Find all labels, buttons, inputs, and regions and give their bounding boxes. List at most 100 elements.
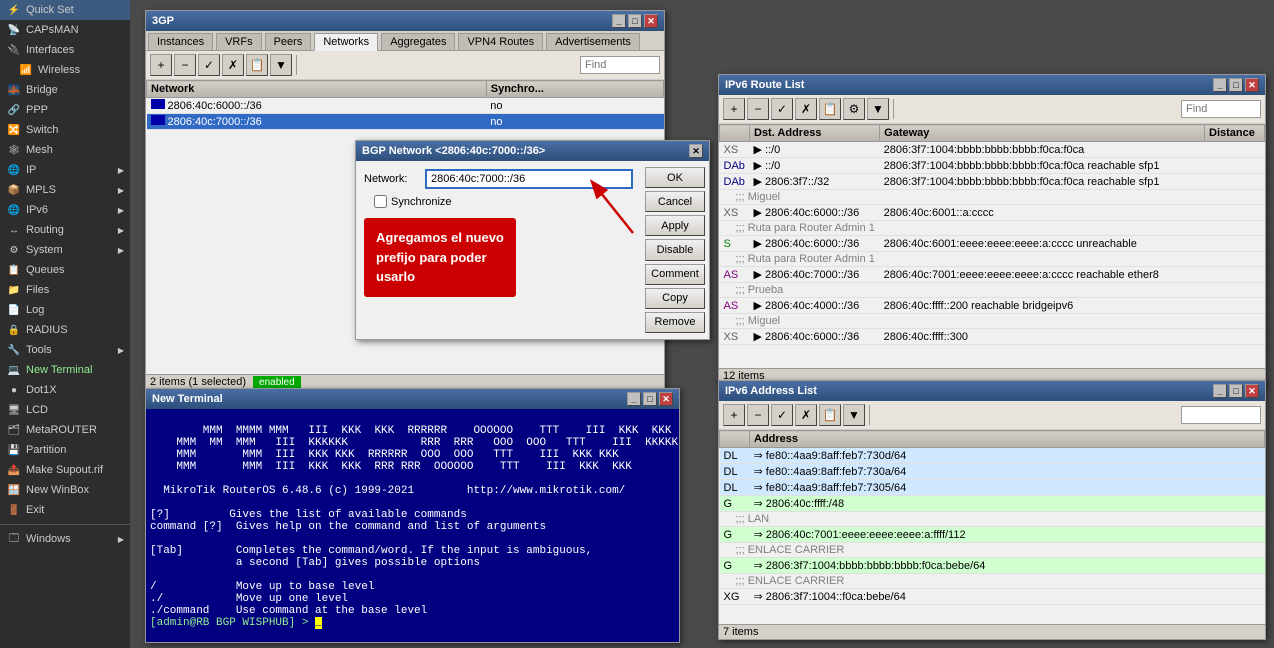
sidebar-item-capsman[interactable]: 📡 CAPsMAN xyxy=(0,20,130,40)
ipv6-add-btn[interactable]: + xyxy=(723,98,745,120)
ipv6-enable-btn[interactable]: ✓ xyxy=(771,98,793,120)
remove-button[interactable]: Remove xyxy=(645,312,705,333)
addr-filter-btn[interactable]: ▼ xyxy=(843,404,865,426)
sidebar-item-lcd[interactable]: 🖥 LCD xyxy=(0,400,130,420)
sidebar-item-switch[interactable]: 🔀 Switch xyxy=(0,120,130,140)
sidebar-item-exit[interactable]: 🚪 Exit xyxy=(0,500,130,520)
col-address[interactable]: Address xyxy=(750,431,1265,448)
addr-disable-btn[interactable]: ✗ xyxy=(795,404,817,426)
remove-btn[interactable]: − xyxy=(174,54,196,76)
table-row[interactable]: AS ▶ 2806:40c:4000::/36 2806:40c:ffff::2… xyxy=(720,298,1265,314)
tab-vpn4routes[interactable]: VPN4 Routes xyxy=(458,33,543,50)
tab-advertisements[interactable]: Advertisements xyxy=(546,33,640,50)
col-addr-flag[interactable] xyxy=(720,431,750,448)
sidebar-item-new-winbox[interactable]: 🪟 New WinBox xyxy=(0,480,130,500)
ipv6-settings-btn[interactable]: ⚙ xyxy=(843,98,865,120)
ipv6-minimize-btn[interactable]: _ xyxy=(1213,78,1227,92)
table-row[interactable]: DAb ▶ 2806:3f7::/32 2806:3f7:1004:bbbb:b… xyxy=(720,174,1265,190)
copy-btn[interactable]: 📋 xyxy=(246,54,268,76)
copy-button[interactable]: Copy xyxy=(645,288,705,309)
bgp-close-btn[interactable]: ✕ xyxy=(644,14,658,28)
sidebar-item-ipv6[interactable]: 🌐 IPv6 xyxy=(0,200,130,220)
sidebar-item-routing[interactable]: ↔ Routing xyxy=(0,220,130,240)
addr-maximize-btn[interactable]: □ xyxy=(1229,384,1243,398)
table-row[interactable]: 2806:40c:6000::/36 no xyxy=(147,98,664,114)
ipv6-remove-btn[interactable]: − xyxy=(747,98,769,120)
table-row[interactable]: DL ⇒ fe80::4aa9:8aff:feb7:730d/64 xyxy=(720,448,1265,464)
sidebar-item-partition[interactable]: 💾 Partition xyxy=(0,440,130,460)
dialog-close-btn[interactable]: ✕ xyxy=(689,144,703,158)
ipv6-filter-btn[interactable]: ▼ xyxy=(867,98,889,120)
sidebar-item-radius[interactable]: 🔒 RADIUS xyxy=(0,320,130,340)
bgp-maximize-btn[interactable]: □ xyxy=(628,14,642,28)
table-row[interactable]: G ⇒ 2806:40c:7001:eeee:eeee:eeee:a:ffff/… xyxy=(720,527,1265,543)
find-input[interactable] xyxy=(580,56,660,74)
table-row[interactable]: XS ▶ 2806:40c:6000::/36 2806:40c:ffff::3… xyxy=(720,329,1265,345)
terminal-minimize-btn[interactable]: _ xyxy=(627,392,641,406)
synchronize-checkbox[interactable] xyxy=(374,195,387,208)
table-row[interactable]: XS ▶ ::/0 2806:3f7:1004:bbbb:bbbb:bbbb:f… xyxy=(720,142,1265,158)
sidebar-item-bridge[interactable]: 🌉 Bridge xyxy=(0,80,130,100)
ok-button[interactable]: OK xyxy=(645,167,705,188)
tab-peers[interactable]: Peers xyxy=(265,33,312,50)
sidebar-item-log[interactable]: 📄 Log xyxy=(0,300,130,320)
sidebar-item-wireless[interactable]: 📶 Wireless xyxy=(0,60,130,80)
sidebar-item-queues[interactable]: 📋 Queues xyxy=(0,260,130,280)
ipv6-copy-btn[interactable]: 📋 xyxy=(819,98,841,120)
table-row[interactable]: AS ▶ 2806:40c:7000::/36 2806:40c:7001:ee… xyxy=(720,267,1265,283)
sidebar-item-dot1x[interactable]: ● Dot1X xyxy=(0,380,130,400)
table-row[interactable]: G ⇒ 2806:40c:ffff:/48 xyxy=(720,496,1265,512)
table-row[interactable]: DL ⇒ fe80::4aa9:8aff:feb7:730a/64 xyxy=(720,464,1265,480)
sidebar-item-windows[interactable]: 🗔 Windows xyxy=(0,529,130,549)
col-dst[interactable]: Dst. Address xyxy=(750,125,880,142)
sidebar-item-files[interactable]: 📁 Files xyxy=(0,280,130,300)
sidebar-item-ppp[interactable]: 🔗 PPP xyxy=(0,100,130,120)
ipv6-find-input[interactable] xyxy=(1181,100,1261,118)
tab-instances[interactable]: Instances xyxy=(148,33,213,50)
sidebar-item-tools[interactable]: 🔧 Tools xyxy=(0,340,130,360)
sidebar-item-make-supout[interactable]: 📤 Make Supout.rif xyxy=(0,460,130,480)
table-row[interactable]: XS ▶ 2806:40c:6000::/36 2806:40c:6001::a… xyxy=(720,205,1265,221)
table-row[interactable]: XG ⇒ 2806:3f7:1004::f0ca:bebe/64 xyxy=(720,589,1265,605)
sidebar-item-new-terminal[interactable]: 💻 New Terminal xyxy=(0,360,130,380)
disable-btn[interactable]: ✗ xyxy=(222,54,244,76)
addr-minimize-btn[interactable]: _ xyxy=(1213,384,1227,398)
table-row[interactable]: S ▶ 2806:40c:6000::/36 2806:40c:6001:eee… xyxy=(720,236,1265,252)
sidebar-item-metarouter[interactable]: 🗂 MetaROUTER xyxy=(0,420,130,440)
disable-button[interactable]: Disable xyxy=(645,239,705,260)
addr-table-scroll[interactable]: Address DL ⇒ fe80::4aa9:8aff:feb7:730d/6… xyxy=(719,430,1265,624)
ipv6-disable-btn[interactable]: ✗ xyxy=(795,98,817,120)
addr-find-input[interactable] xyxy=(1181,406,1261,424)
comment-button[interactable]: Comment xyxy=(645,264,705,285)
addr-add-btn[interactable]: + xyxy=(723,404,745,426)
col-flag[interactable] xyxy=(720,125,750,142)
sidebar-item-mpls[interactable]: 📦 MPLS xyxy=(0,180,130,200)
network-input[interactable] xyxy=(425,169,633,189)
table-row[interactable]: G ⇒ 2806:3f7:1004:bbbb:bbbb:bbbb:f0ca:be… xyxy=(720,558,1265,574)
apply-button[interactable]: Apply xyxy=(645,215,705,236)
terminal-body[interactable]: MMM MMMM MMM III KKK KKK RRRRRR OOOOOO T… xyxy=(146,409,679,642)
col-synchro[interactable]: Synchro... xyxy=(486,81,663,98)
addr-close-btn[interactable]: ✕ xyxy=(1245,384,1259,398)
tab-networks[interactable]: Networks xyxy=(314,33,378,51)
terminal-maximize-btn[interactable]: □ xyxy=(643,392,657,406)
tab-vrfs[interactable]: VRFs xyxy=(216,33,262,50)
col-dist[interactable]: Distance xyxy=(1205,125,1265,142)
col-network[interactable]: Network xyxy=(147,81,487,98)
sidebar-item-mesh[interactable]: 🕸 Mesh xyxy=(0,140,130,160)
sidebar-item-system[interactable]: ⚙ System xyxy=(0,240,130,260)
sidebar-item-interfaces[interactable]: 🔌 Interfaces xyxy=(0,40,130,60)
add-btn[interactable]: + xyxy=(150,54,172,76)
table-row[interactable]: DL ⇒ fe80::4aa9:8aff:feb7:7305/64 xyxy=(720,480,1265,496)
sidebar-item-ip[interactable]: 🌐 IP xyxy=(0,160,130,180)
table-row[interactable]: 2806:40c:7000::/36 no xyxy=(147,114,664,130)
addr-copy-btn[interactable]: 📋 xyxy=(819,404,841,426)
table-row[interactable]: DAb ▶ ::/0 2806:3f7:1004:bbbb:bbbb:bbbb:… xyxy=(720,158,1265,174)
enable-btn[interactable]: ✓ xyxy=(198,54,220,76)
addr-remove-btn[interactable]: − xyxy=(747,404,769,426)
ipv6-table-scroll[interactable]: Dst. Address Gateway Distance XS ▶ ::/0 … xyxy=(719,124,1265,368)
bgp-minimize-btn[interactable]: _ xyxy=(612,14,626,28)
sidebar-item-quickset[interactable]: ⚡ Quick Set xyxy=(0,0,130,20)
tab-aggregates[interactable]: Aggregates xyxy=(381,33,455,50)
filter-btn[interactable]: ▼ xyxy=(270,54,292,76)
